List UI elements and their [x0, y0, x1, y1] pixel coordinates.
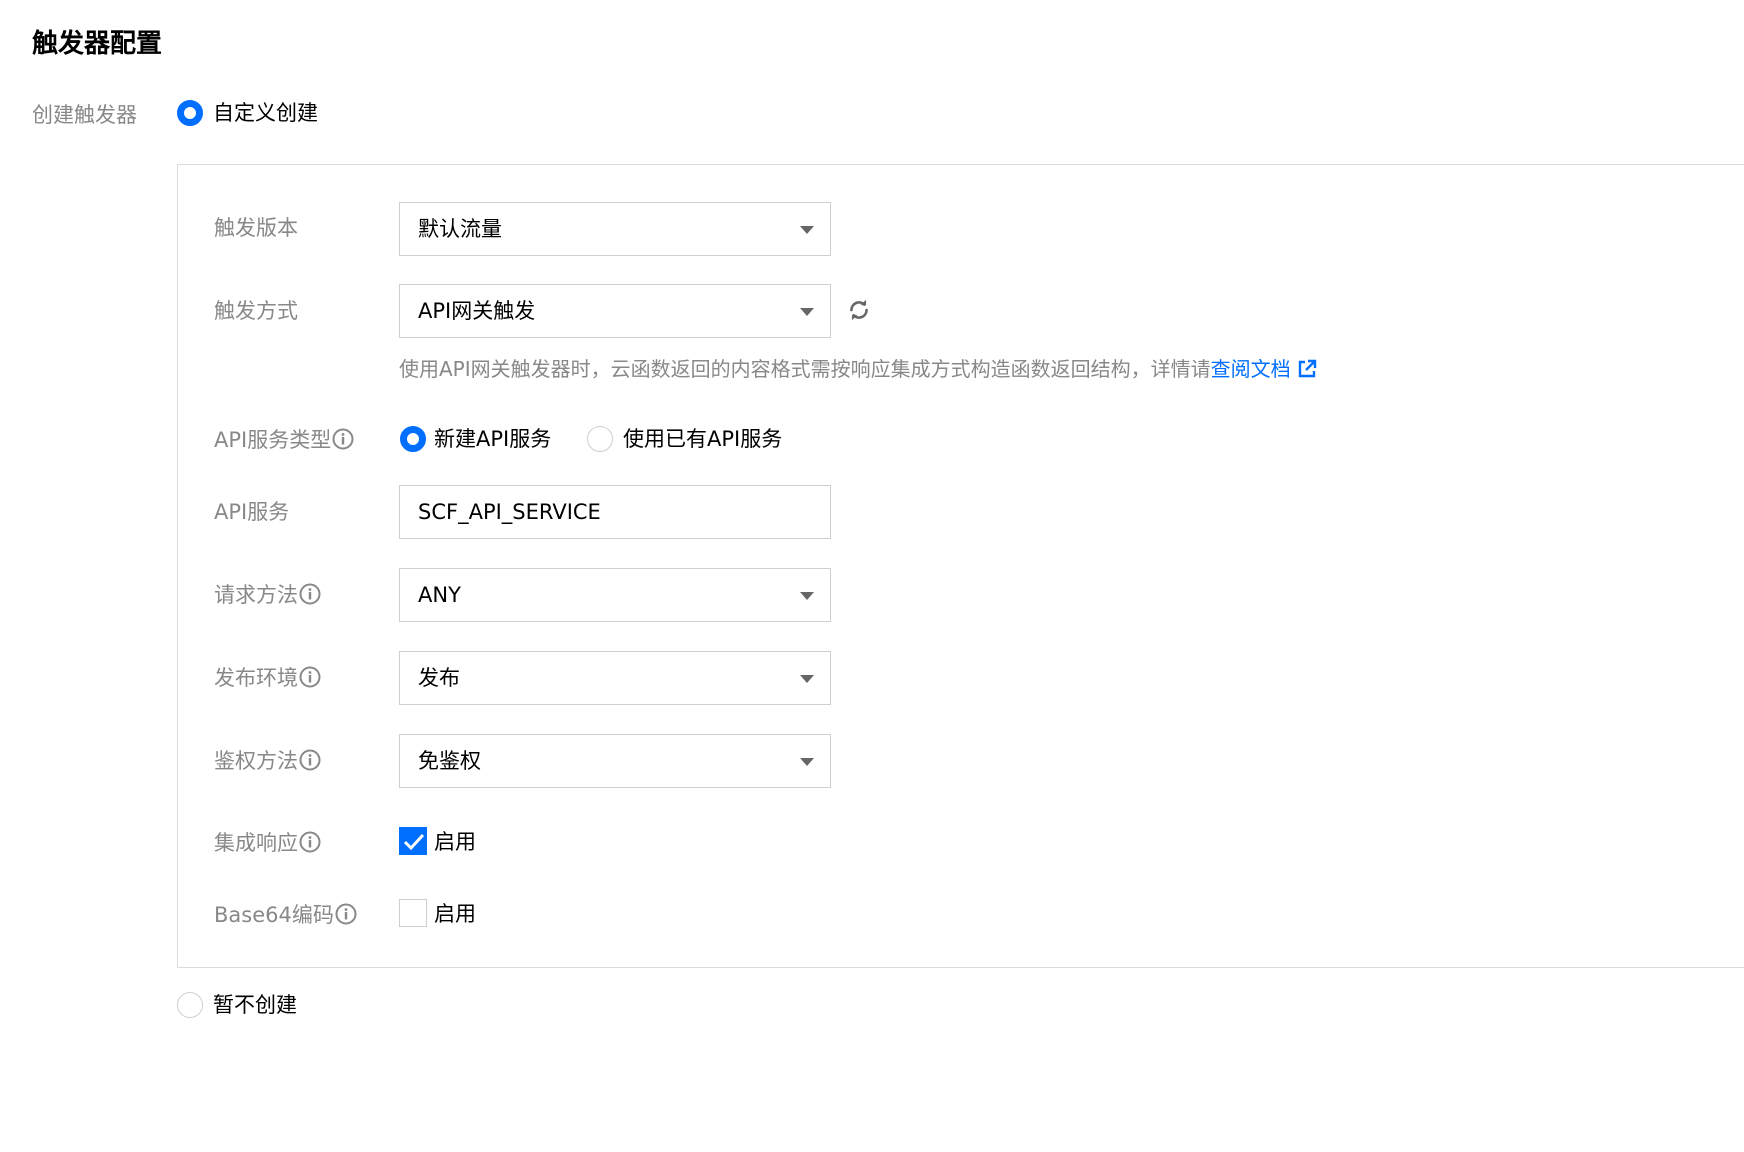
method-label: 触发方式 [214, 299, 298, 323]
request-method-label-text: 请求方法 [214, 583, 298, 607]
radio-existing-api-service-label[interactable]: 使用已有API服务 [623, 424, 782, 454]
chevron-down-icon [800, 592, 814, 600]
info-icon[interactable] [299, 749, 321, 771]
external-link-icon[interactable] [1297, 359, 1317, 379]
auth-label: 鉴权方法 [214, 746, 321, 776]
info-icon[interactable] [335, 903, 357, 925]
create-trigger-label: 创建触发器 [32, 103, 137, 127]
base64-label-text: Base64编码 [214, 903, 334, 927]
auth-select-value: 免鉴权 [418, 749, 481, 773]
base64-label: Base64编码 [214, 900, 357, 930]
version-select-value: 默认流量 [418, 217, 502, 241]
trigger-config-page: 触发器配置 创建触发器 自定义创建 触发版本 默认流量 触发方式 API网关触发… [0, 0, 1744, 1152]
env-label: 发布环境 [214, 663, 321, 693]
radio-no-create-label[interactable]: 暂不创建 [213, 990, 297, 1020]
auth-select[interactable]: 免鉴权 [399, 734, 831, 788]
chevron-down-icon [800, 675, 814, 683]
radio-existing-api-service[interactable] [587, 426, 613, 452]
radio-no-create[interactable] [177, 992, 203, 1018]
refresh-icon[interactable] [846, 297, 872, 323]
api-service-label: API服务 [214, 500, 290, 524]
base64-checkbox-label[interactable]: 启用 [434, 899, 476, 929]
radio-custom-create-label[interactable]: 自定义创建 [213, 98, 318, 128]
info-icon[interactable] [299, 583, 321, 605]
base64-checkbox[interactable] [399, 899, 427, 927]
trigger-method-select[interactable]: API网关触发 [399, 284, 831, 338]
api-service-input[interactable]: SCF_API_SERVICE [399, 485, 831, 539]
integrated-response-checkbox[interactable] [399, 827, 427, 855]
checkmark-icon [403, 833, 425, 851]
section-title: 触发器配置 [32, 29, 163, 59]
radio-new-api-service[interactable] [400, 426, 426, 452]
auth-label-text: 鉴权方法 [214, 749, 298, 773]
chevron-down-icon [800, 308, 814, 316]
api-service-type-label: API服务类型 [214, 425, 354, 455]
integrated-response-label-text: 集成响应 [214, 831, 298, 855]
integrated-response-checkbox-label[interactable]: 启用 [434, 827, 476, 857]
api-service-input-value: SCF_API_SERVICE [418, 500, 601, 524]
info-icon[interactable] [299, 666, 321, 688]
radio-new-api-service-label[interactable]: 新建API服务 [434, 424, 551, 454]
method-hint-text: 使用API网关触发器时，云函数返回的内容格式需按响应集成方式构造函数返回结构，详… [399, 357, 1211, 381]
method-hint: 使用API网关触发器时，云函数返回的内容格式需按响应集成方式构造函数返回结构，详… [399, 354, 1317, 384]
version-select[interactable]: 默认流量 [399, 202, 831, 256]
docs-link[interactable]: 查阅文档 [1211, 357, 1291, 381]
version-label: 触发版本 [214, 216, 298, 240]
info-icon[interactable] [332, 428, 354, 450]
chevron-down-icon [800, 758, 814, 766]
trigger-method-value: API网关触发 [418, 299, 536, 323]
radio-custom-create[interactable] [177, 100, 203, 126]
chevron-down-icon [800, 226, 814, 234]
request-method-value: ANY [418, 583, 461, 607]
request-method-select[interactable]: ANY [399, 568, 831, 622]
integrated-response-label: 集成响应 [214, 828, 321, 858]
env-select[interactable]: 发布 [399, 651, 831, 705]
api-service-type-label-text: API服务类型 [214, 428, 332, 452]
env-select-value: 发布 [418, 666, 460, 690]
request-method-label: 请求方法 [214, 580, 321, 610]
info-icon[interactable] [299, 831, 321, 853]
env-label-text: 发布环境 [214, 666, 298, 690]
